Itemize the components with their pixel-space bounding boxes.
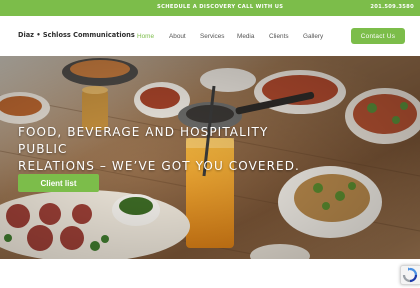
top-announcement-bar: Schedule a discovery call with us 201.50… (0, 0, 420, 16)
schedule-call-link[interactable]: Schedule a discovery call with us (157, 4, 283, 10)
recaptcha-badge[interactable] (400, 265, 420, 285)
site-logo[interactable]: Diaz • Schloss Communications (18, 31, 135, 39)
nav-item-clients[interactable]: Clients (269, 33, 289, 40)
phone-number[interactable]: 201.509.3580 (370, 4, 414, 10)
nav-item-about[interactable]: About (169, 33, 186, 40)
recaptcha-icon (402, 267, 418, 283)
nav-item-gallery[interactable]: Gallery (303, 33, 323, 40)
hero-headline-line-2: relations – we’ve got you covered. (18, 159, 300, 173)
page-content-start (0, 259, 420, 288)
hero-section: Food, beverage and hospitality public re… (0, 56, 420, 259)
hero-headline-line-1: Food, beverage and hospitality public (18, 125, 269, 156)
contact-us-button[interactable]: Contact Us (351, 28, 405, 44)
nav-item-media[interactable]: Media (237, 33, 254, 40)
nav-item-home[interactable]: Home (137, 33, 154, 40)
hero-headline: Food, beverage and hospitality public re… (18, 124, 318, 175)
nav-item-services[interactable]: Services (200, 33, 225, 40)
site-header: Diaz • Schloss Communications Home About… (0, 16, 420, 56)
client-list-button[interactable]: Client list (18, 174, 99, 192)
